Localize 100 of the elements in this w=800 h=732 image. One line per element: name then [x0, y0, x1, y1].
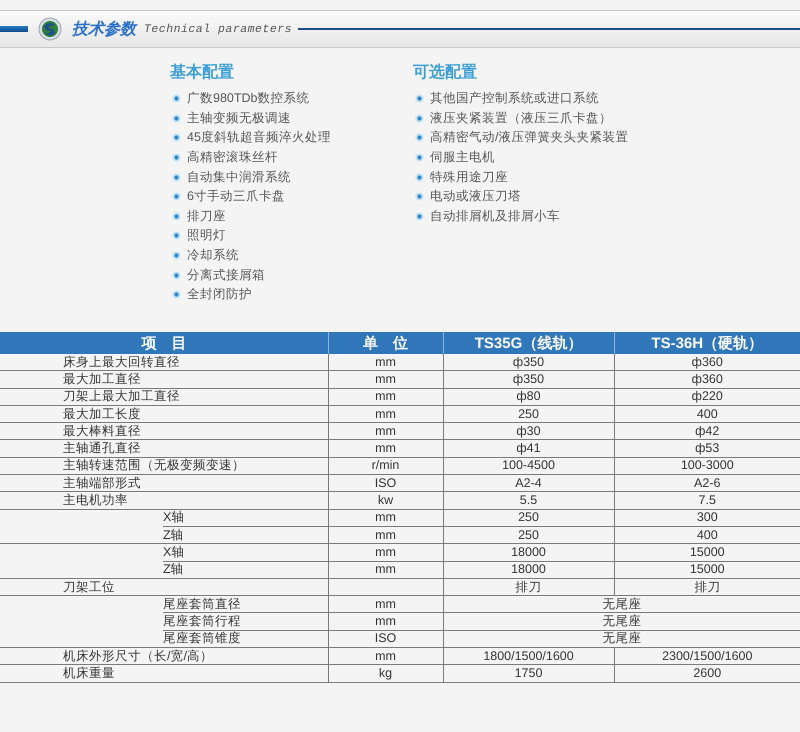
table-cell: Z轴	[163, 561, 328, 578]
table-cell: mm	[328, 405, 443, 423]
table-cell: ф350	[443, 354, 614, 371]
bullet-icon	[172, 212, 181, 221]
table-cell: 250	[443, 526, 614, 544]
bullet-icon	[415, 153, 424, 162]
bullet-icon	[172, 192, 181, 202]
table-cell: 无尾座	[443, 596, 800, 613]
table-cell: ф350	[443, 370, 614, 388]
table-cell: 机床外形尺寸（长/宽/高）	[0, 648, 328, 665]
table-cell: ф360	[614, 354, 800, 371]
table-cell: kw	[328, 492, 443, 510]
column-header: 单 位	[328, 332, 443, 354]
list-item: 照明灯	[187, 227, 226, 244]
list-item: 45度斜轨超音频淬火处理	[187, 129, 331, 146]
list-item: 分离式接屑箱	[187, 266, 265, 284]
column-header: 项 目	[0, 332, 328, 354]
list-item: 广数980TDb数控系统	[187, 90, 310, 108]
list-item: 高精密气动/液压弹簧夹头夹紧装置	[430, 129, 628, 146]
table-cell: 1800/1500/1600	[443, 648, 614, 665]
table-cell: mm	[328, 544, 443, 562]
list-item: 特殊用途刀座	[430, 168, 508, 186]
table-cell: ф42	[614, 422, 800, 440]
logo-icon	[38, 17, 62, 41]
table-cell: ф41	[443, 440, 614, 458]
list-heading: 可选配置	[413, 62, 478, 83]
bullet-icon	[415, 133, 424, 142]
table-cell: 主电机功率	[0, 492, 328, 510]
bullet-icon	[172, 114, 181, 123]
bullet-icon	[415, 94, 424, 104]
bullet-icon	[172, 270, 181, 280]
list-item: 冷却系统	[187, 247, 239, 264]
table-cell: A2-6	[614, 474, 800, 492]
table-cell: mm	[328, 422, 443, 440]
table-cell: 无尾座	[443, 612, 800, 630]
column-header: TS-36H（硬轨）	[614, 332, 800, 354]
table-cell: ISO	[328, 630, 443, 648]
list-item: 液压夹紧装置（液压三爪卡盘）	[430, 110, 612, 127]
table-cell: 18000	[443, 561, 614, 578]
table-cell: 无尾座	[443, 630, 800, 648]
table-cell: kg	[328, 664, 443, 682]
list-item: 全封闭防护	[187, 286, 252, 304]
table-cell: 100-3000	[614, 457, 800, 475]
table-cell: 2600	[614, 664, 800, 682]
table-cell: mm	[328, 526, 443, 544]
table-cell: 1750	[443, 664, 614, 682]
bullet-icon	[415, 114, 424, 123]
table-cell: mm	[328, 370, 443, 388]
section-title: 技术参数	[72, 19, 136, 40]
table-cell: 7.5	[614, 492, 800, 510]
table-cell: 250	[443, 509, 614, 526]
table-cell: 400	[614, 405, 800, 423]
table-cell: Z轴	[163, 526, 328, 544]
table-cell: 尾座套筒行程	[163, 612, 328, 630]
list-item: 排刀座	[187, 208, 226, 225]
table-cell: 主轴转速范围（无极变频变速）	[0, 457, 328, 475]
list-item: 电动或液压刀塔	[430, 188, 521, 206]
list-item: 6寸手动三爪卡盘	[187, 188, 285, 206]
table-cell: ф53	[614, 440, 800, 458]
table-cell: mm	[328, 509, 443, 526]
table-cell: 排刀	[614, 578, 800, 596]
table-cell: 刀架上最大加工直径	[0, 388, 328, 406]
bullet-icon	[172, 153, 181, 162]
list-item: 主轴变频无极调速	[187, 110, 291, 127]
table-cell: 床身上最大回转直径	[0, 354, 328, 371]
table-cell: 最大加工直径	[0, 370, 328, 388]
list-heading: 基本配置	[170, 62, 235, 83]
table-cell: 刀架工位	[0, 578, 328, 596]
table-cell: X轴	[163, 509, 328, 526]
table-cell: 尾座套筒直径	[163, 596, 328, 613]
accent-bar	[0, 26, 28, 32]
table-cell: mm	[328, 388, 443, 406]
bullet-icon	[415, 172, 424, 182]
section-subtitle: Technical parameters	[144, 22, 292, 36]
table-cell: 机床重量	[0, 664, 328, 682]
table-cell: 15000	[614, 561, 800, 578]
table-cell: 尾座套筒锥度	[163, 630, 328, 648]
table-cell: 250	[443, 405, 614, 423]
table-cell: ф360	[614, 370, 800, 388]
list-item: 高精密滚珠丝杆	[187, 149, 278, 166]
table-cell: 最大棒料直径	[0, 422, 328, 440]
table-cell: 18000	[443, 544, 614, 562]
bullet-icon	[415, 212, 424, 221]
table-cell: 15000	[614, 544, 800, 562]
table-cell: 排刀	[443, 578, 614, 596]
table-cell: ф220	[614, 388, 800, 406]
bullet-icon	[172, 290, 181, 300]
bullet-icon	[172, 231, 181, 240]
table-cell: A2-4	[443, 474, 614, 492]
list-item: 自动集中润滑系统	[187, 168, 291, 186]
table-cell: 主轴端部形式	[0, 474, 328, 492]
list-item: 伺服主电机	[430, 149, 495, 166]
table-cell: r/min	[328, 457, 443, 475]
table-cell: 2300/1500/1600	[614, 648, 800, 665]
table-cell: ISO	[328, 474, 443, 492]
table-cell: ф30	[443, 422, 614, 440]
table-cell: 主轴通孔直径	[0, 440, 328, 458]
bullet-icon	[172, 251, 181, 260]
table-cell: 400	[614, 526, 800, 544]
column-header: TS35G（线轨）	[443, 332, 614, 354]
